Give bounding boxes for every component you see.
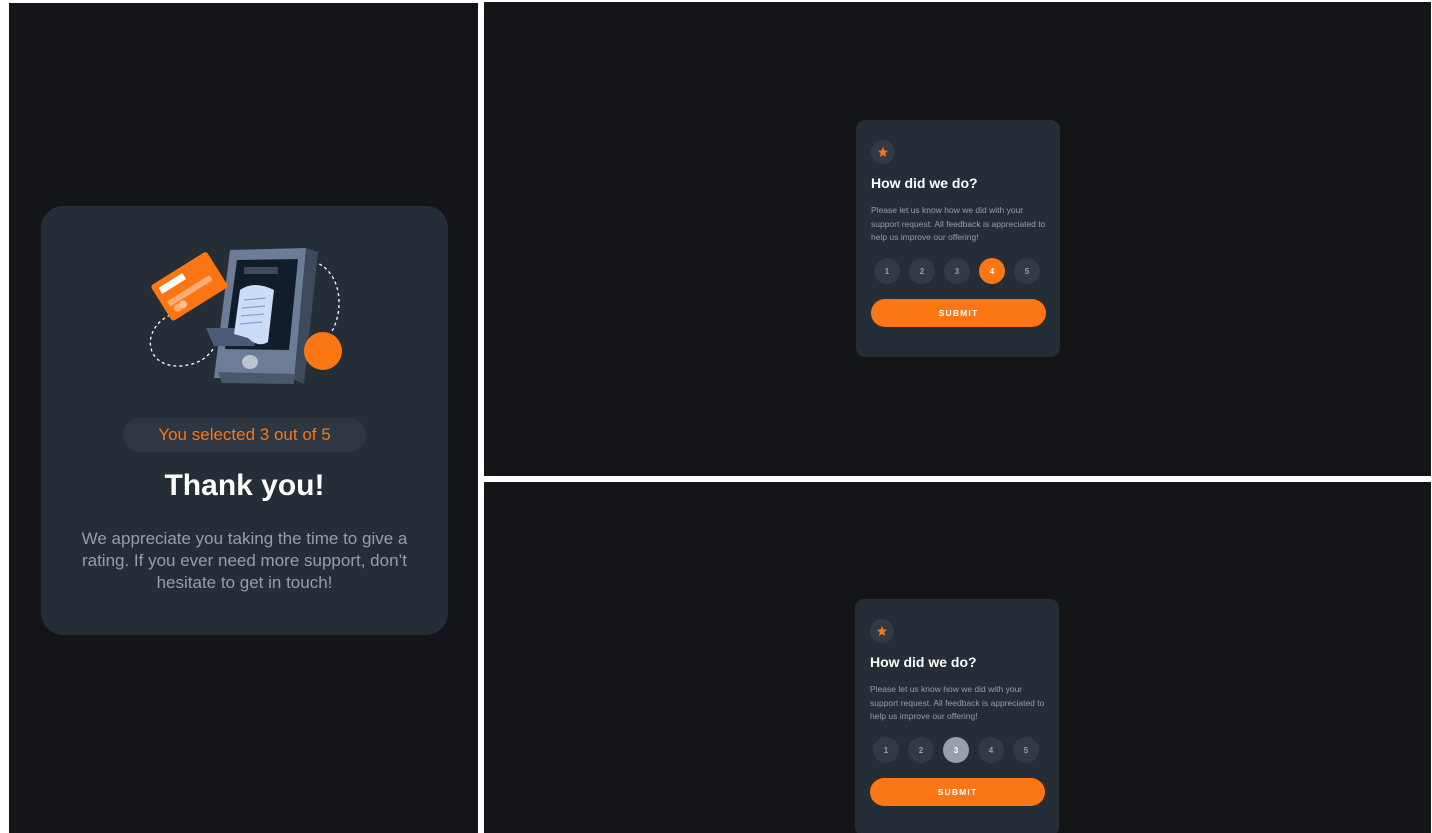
rating-option-1[interactable]: 1 [873,737,899,763]
rating-card: How did we do? Please let us know how we… [855,599,1059,833]
thank-you-screen: You selected 3 out of 5 Thank you! We ap… [9,3,478,833]
selected-rating-badge: You selected 3 out of 5 [123,418,366,452]
rating-screen-selected-4: How did we do? Please let us know how we… [484,2,1431,476]
rating-option-4[interactable]: 4 [979,258,1005,284]
rating-option-5[interactable]: 5 [1013,737,1039,763]
rating-options: 1 2 3 4 5 [873,737,1043,763]
star-icon [877,626,887,636]
thank-you-card: You selected 3 out of 5 Thank you! We ap… [41,206,448,635]
rating-screen-selected-3: How did we do? Please let us know how we… [484,482,1431,833]
payment-illustration-icon [149,248,342,384]
rating-option-3[interactable]: 3 [944,258,970,284]
rating-card: How did we do? Please let us know how we… [856,120,1060,357]
rating-option-4[interactable]: 4 [978,737,1004,763]
submit-button[interactable]: SUBMIT [871,299,1046,327]
rating-option-5[interactable]: 5 [1014,258,1040,284]
thank-you-message: We appreciate you taking the time to giv… [81,529,408,592]
rating-option-3[interactable]: 3 [943,737,969,763]
rating-title: How did we do? [871,175,978,191]
submit-button[interactable]: SUBMIT [870,778,1045,806]
rating-option-1[interactable]: 1 [874,258,900,284]
rating-description: Please let us know how we did with your … [870,684,1045,721]
rating-option-2[interactable]: 2 [909,258,935,284]
rating-options: 1 2 3 4 5 [874,258,1044,284]
thank-you-title: Thank you! [164,469,325,502]
rating-title: How did we do? [870,654,977,670]
rating-option-2[interactable]: 2 [908,737,934,763]
star-badge [870,619,894,643]
rating-description: Please let us know how we did with your … [871,205,1046,242]
star-badge [871,140,895,164]
star-icon [878,147,888,157]
